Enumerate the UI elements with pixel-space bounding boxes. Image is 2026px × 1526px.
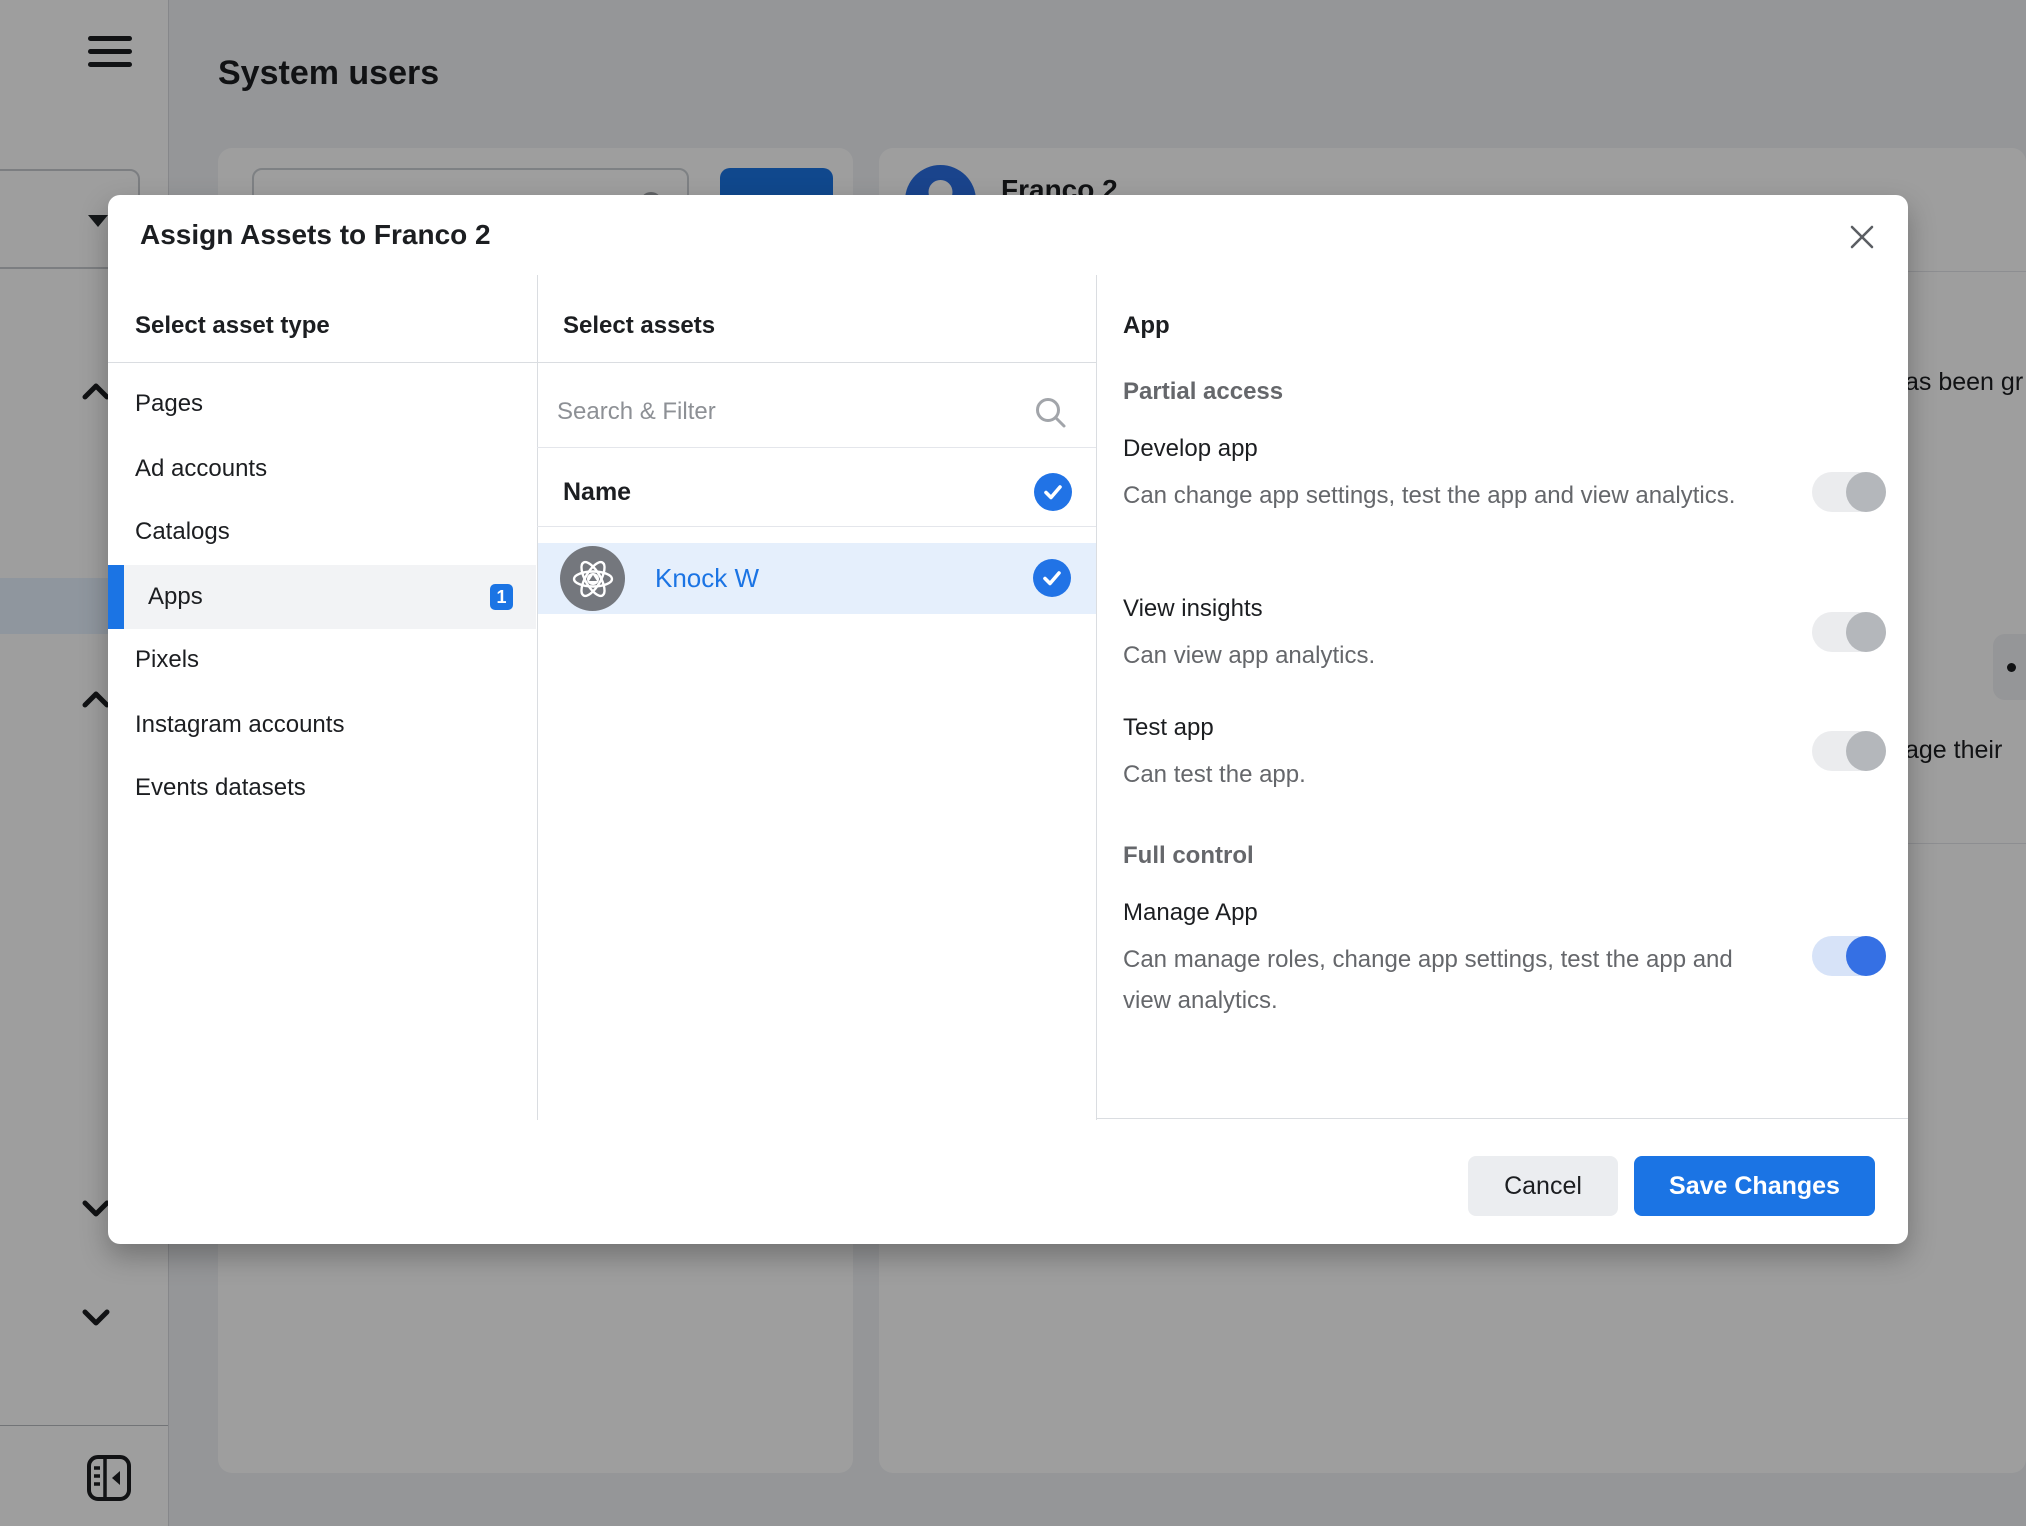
asset-type-ad-accounts[interactable]: Ad accounts [108, 437, 536, 501]
permission-description: Can change app settings, test the app an… [1123, 475, 1738, 516]
footer-divider [1096, 1118, 1908, 1119]
permission-name-develop-app: Develop app [1123, 435, 1258, 463]
asset-type-events-datasets[interactable]: Events datasets [108, 756, 536, 820]
save-changes-button[interactable]: Save Changes [1634, 1156, 1875, 1216]
asset-type-pages[interactable]: Pages [108, 372, 536, 436]
permission-name-test-app: Test app [1123, 714, 1214, 742]
name-column-header: Name [563, 478, 631, 507]
asset-type-apps[interactable]: Apps 1 [108, 565, 536, 629]
permission-description: Can view app analytics. [1123, 635, 1738, 676]
toggle-knob [1846, 472, 1886, 512]
column-divider [1096, 275, 1097, 1120]
asset-name: Knock W [655, 563, 759, 594]
toggle-test-app[interactable] [1812, 731, 1886, 771]
toggle-view-insights[interactable] [1812, 612, 1886, 652]
column-divider [537, 275, 538, 1120]
search-icon [1033, 395, 1069, 431]
asset-checkbox[interactable] [1033, 559, 1071, 597]
selected-indicator-bar [108, 565, 124, 629]
app-atom-icon [560, 546, 625, 611]
toggle-develop-app[interactable] [1812, 472, 1886, 512]
count-badge: 1 [490, 584, 513, 610]
asset-type-pixels[interactable]: Pixels [108, 628, 536, 692]
divider [537, 526, 1096, 527]
section-title-full-control: Full control [1123, 842, 1254, 870]
section-title-partial-access: Partial access [1123, 378, 1283, 406]
close-button[interactable] [1836, 211, 1888, 263]
assign-assets-modal: Assign Assets to Franco 2 Select asset t… [108, 195, 1908, 1244]
divider [537, 447, 1096, 448]
permission-name-manage-app: Manage App [1123, 899, 1258, 927]
asset-type-instagram-accounts[interactable]: Instagram accounts [108, 693, 536, 757]
toggle-knob [1846, 612, 1886, 652]
screen: System users Franco 2 as been gr age the… [0, 0, 2026, 1526]
permission-description: Can manage roles, change app settings, t… [1123, 939, 1738, 1021]
select-all-checkbox[interactable] [1034, 473, 1072, 511]
toggle-knob [1846, 731, 1886, 771]
asset-type-catalogs[interactable]: Catalogs [108, 500, 536, 564]
header-divider [108, 362, 1096, 363]
close-icon [1848, 223, 1876, 251]
assets-panel-header: Select assets [563, 312, 715, 340]
modal-title: Assign Assets to Franco 2 [140, 219, 491, 251]
check-icon [1042, 481, 1064, 503]
check-icon [1041, 567, 1063, 589]
asset-type-panel-header: Select asset type [135, 312, 330, 340]
permission-name-view-insights: View insights [1123, 595, 1263, 623]
permissions-panel-header: App [1123, 312, 1170, 340]
permission-description: Can test the app. [1123, 754, 1738, 795]
toggle-manage-app[interactable] [1812, 936, 1886, 976]
asset-search-input[interactable] [555, 381, 959, 443]
asset-row-knock-w[interactable]: Knock W [538, 543, 1096, 614]
toggle-knob [1846, 936, 1886, 976]
cancel-button[interactable]: Cancel [1468, 1156, 1618, 1216]
